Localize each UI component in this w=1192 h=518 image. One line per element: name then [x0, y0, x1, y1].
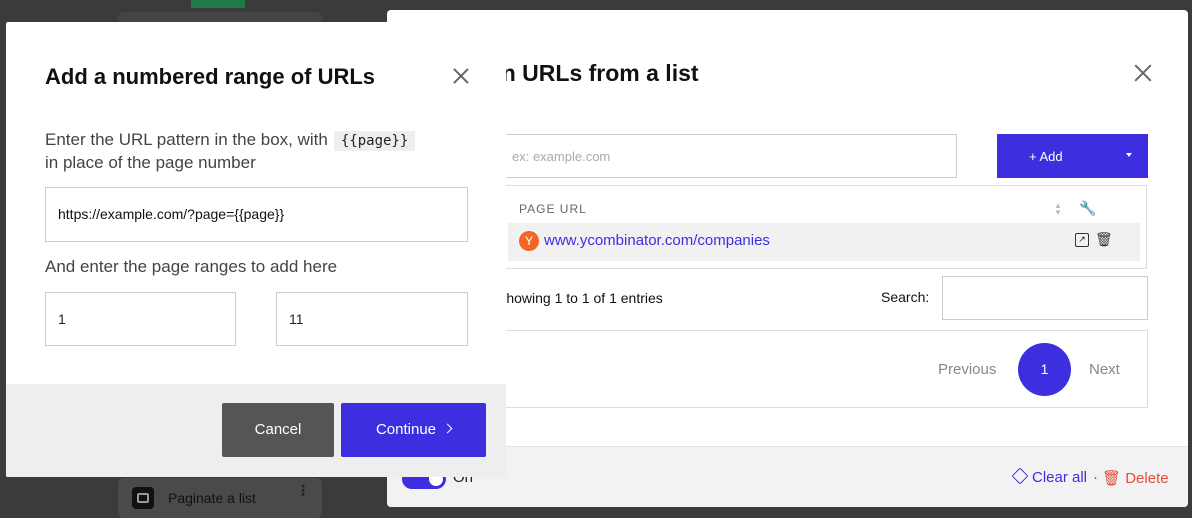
range-label: And enter the page ranges to add here [45, 257, 338, 276]
row-url-link[interactable]: www.ycombinator.com/companies [544, 232, 770, 249]
eraser-icon [1011, 467, 1029, 485]
page-1-button[interactable]: 1 [1018, 343, 1071, 396]
background-card-label: Paginate a list [168, 490, 256, 506]
clear-all-button[interactable]: Clear all [1011, 467, 1088, 486]
table-row: Y www.ycombinator.com/companies ↗ 🗑 [508, 223, 1140, 261]
numbered-range-modal: Add a numbered range of URLs Enter the U… [6, 22, 506, 477]
url-input[interactable]: ex: example.com [487, 134, 957, 178]
url-pattern-input[interactable]: https://example.com/?page={{page}} [45, 187, 468, 242]
instruction-start: Enter the URL pattern in the box, with [45, 130, 328, 149]
instruction-end: in place of the page number [45, 153, 256, 172]
add-button[interactable]: + Add [997, 134, 1148, 178]
delete-label: Delete [1125, 470, 1169, 487]
previous-button[interactable]: Previous [938, 361, 996, 378]
trash-icon[interactable]: 🗑 [1095, 231, 1113, 248]
continue-button[interactable]: Continue [341, 403, 486, 457]
modal-footer: Cancel Continue [6, 384, 506, 477]
list-icon [132, 487, 154, 509]
chevron-right-icon [442, 423, 453, 434]
pagination: Previous 1 Next [495, 330, 1148, 408]
instruction-text: Enter the URL pattern in the box, with {{… [45, 129, 465, 174]
delete-button[interactable]: 🗑 Delete [1102, 469, 1169, 487]
wrench-icon[interactable]: 🔧 [1079, 200, 1096, 217]
open-urls-modal: Open URLs from a list ex: example.com + … [387, 10, 1188, 507]
range-from-input[interactable]: 1 [45, 292, 236, 346]
close-icon[interactable] [1132, 62, 1154, 84]
separator: · [1093, 469, 1098, 486]
continue-label: Continue [375, 421, 437, 438]
clear-all-label: Clear all [1032, 469, 1088, 486]
column-header-page-url[interactable]: PAGE URL [519, 202, 587, 216]
chevron-down-icon[interactable] [1126, 153, 1132, 157]
modal-title: Add a numbered range of URLs [45, 64, 376, 89]
cancel-button[interactable]: Cancel [222, 403, 334, 457]
next-button[interactable]: Next [1089, 361, 1120, 378]
background-green-block [191, 0, 245, 8]
background-card-paginate[interactable]: Paginate a list ⋮ [118, 478, 322, 518]
close-icon[interactable] [451, 66, 471, 86]
search-input[interactable] [942, 276, 1148, 320]
range-to-input[interactable]: 11 [276, 292, 468, 346]
sort-icon[interactable]: ▲ ▼ [1054, 202, 1062, 217]
favicon-icon: Y [519, 231, 539, 251]
url-table: PAGE URL ▲ ▼ 🔧 Y www.ycombinator.com/comp… [495, 185, 1147, 269]
external-link-icon[interactable]: ↗ [1075, 233, 1089, 247]
trash-icon: 🗑 [1102, 470, 1126, 487]
entries-info: Showing 1 to 1 of 1 entries [497, 290, 663, 306]
search-label: Search: [881, 289, 930, 305]
page-placeholder-code: {{page}} [333, 131, 416, 151]
add-button-label: + Add [1029, 148, 1063, 164]
modal-footer: On Clear all · 🗑 Delete [387, 446, 1188, 507]
more-options-icon[interactable]: ⋮ [296, 482, 310, 499]
